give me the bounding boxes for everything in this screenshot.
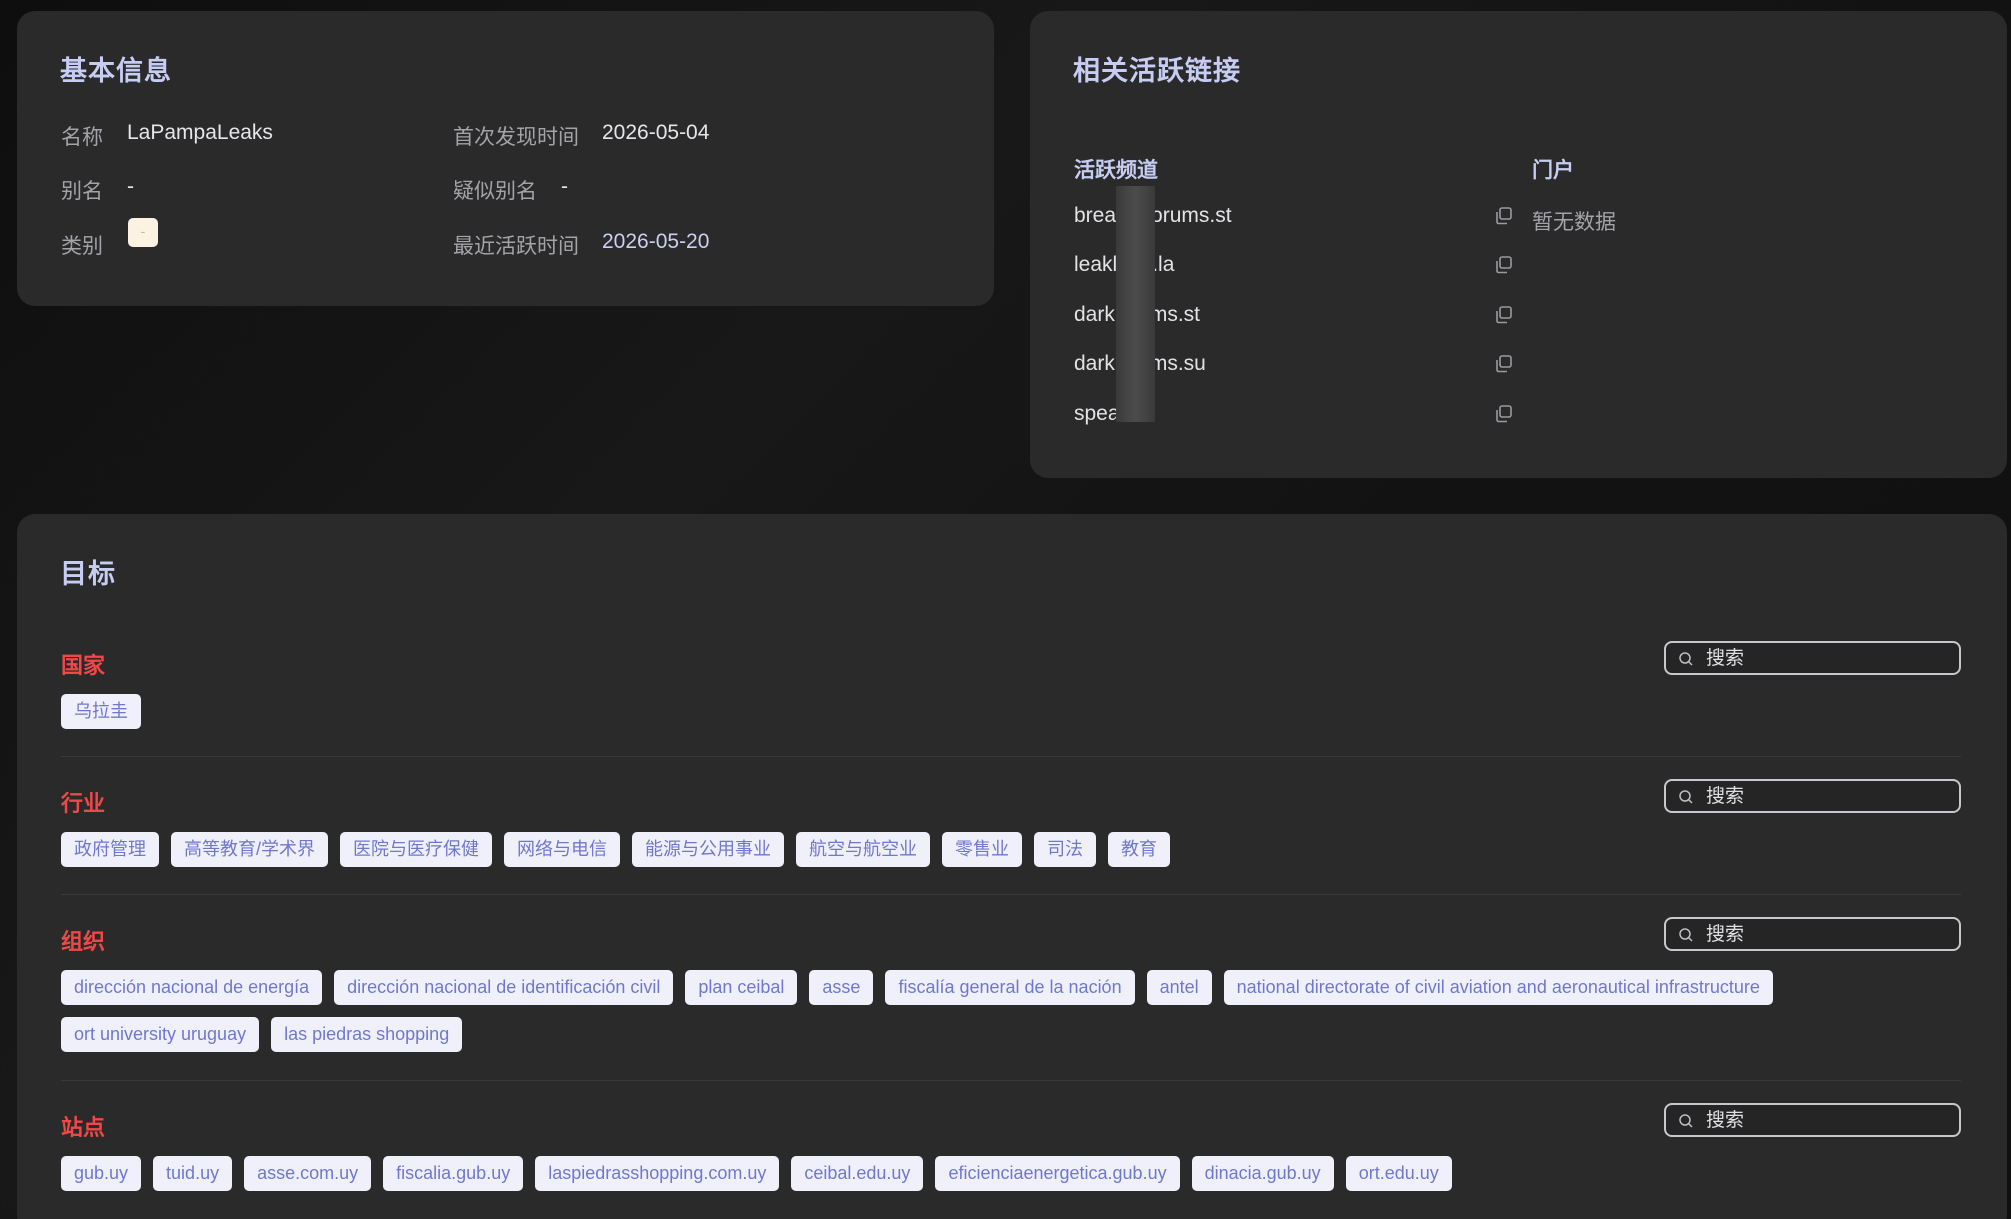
portal-empty-text: 暂无数据 [1532, 211, 1616, 234]
country-section-title: 国家 [61, 653, 106, 678]
industry-section-title: 行业 [61, 791, 106, 816]
country-tags: 乌拉圭 [61, 694, 141, 729]
organization-tags: dirección nacional de energía dirección … [61, 970, 1773, 1005]
category-label: 类别 [61, 235, 103, 258]
country-search[interactable] [1664, 641, 1961, 675]
section-divider [61, 894, 1961, 895]
copy-icon[interactable] [1494, 255, 1514, 275]
section-divider [61, 756, 1961, 757]
industry-tag[interactable]: 司法 [1034, 832, 1097, 867]
name-label: 名称 [61, 126, 103, 149]
last-active-label: 最近活跃时间 [453, 235, 579, 258]
first-seen-value: 2026-05-04 [602, 121, 710, 144]
alias-label: 别名 [61, 180, 103, 203]
search-icon [1679, 652, 1693, 666]
organization-tags: ort university uruguay las piedras shopp… [61, 1017, 463, 1052]
industry-tags: 政府管理 高等教育/学术界 医院与医疗保健 网络与电信 能源与公用事业 航空与航… [61, 832, 1171, 867]
site-tag[interactable]: ort.edu.uy [1345, 1156, 1452, 1191]
industry-tag[interactable]: 高等教育/学术界 [171, 832, 329, 867]
copy-icon[interactable] [1494, 354, 1514, 374]
industry-search[interactable] [1664, 779, 1961, 813]
channel-link[interactable]: spea [1074, 402, 1120, 426]
site-tag[interactable]: fiscalia.gub.uy [383, 1156, 524, 1191]
industry-tag[interactable]: 网络与电信 [504, 832, 621, 867]
organization-tag[interactable]: las piedras shopping [271, 1017, 463, 1052]
section-divider [61, 1080, 1961, 1081]
channels-header: 活跃频道 [1074, 159, 1158, 182]
site-search[interactable] [1664, 1103, 1961, 1137]
targets-card: 目标 国家 乌拉圭 行业 政府管理 高等教育/学术界 医院与医疗保健 网络与电信… [17, 514, 2007, 1219]
active-links-title: 相关活跃链接 [1073, 56, 1241, 86]
search-icon [1679, 1114, 1693, 1128]
organization-search-input[interactable] [1704, 921, 1948, 949]
suspected-alias-label: 疑似别名 [453, 180, 537, 203]
site-tag[interactable]: dinacia.gub.uy [1191, 1156, 1334, 1191]
industry-tag[interactable]: 政府管理 [61, 832, 159, 867]
site-tag[interactable]: tuid.uy [153, 1156, 233, 1191]
site-tags: gub.uy tuid.uy asse.com.uy fiscalia.gub.… [61, 1156, 1452, 1191]
organization-tag[interactable]: dirección nacional de identificación civ… [334, 970, 674, 1005]
organization-section-title: 组织 [61, 929, 106, 954]
country-search-input[interactable] [1704, 645, 1948, 673]
portal-header: 门户 [1532, 159, 1574, 182]
active-links-card: 相关活跃链接 活跃频道 门户 brea orums.st leakl .la d… [1030, 11, 2007, 478]
redaction-overlay [1116, 186, 1155, 422]
site-section-title: 站点 [61, 1115, 106, 1140]
basic-info-card: 基本信息 名称 LaPampaLeaks 别名 - 类别 - 首次发现时间 20… [17, 11, 994, 306]
organization-tag[interactable]: antel [1146, 970, 1212, 1005]
copy-icon[interactable] [1494, 206, 1514, 226]
alias-value: - [127, 175, 134, 198]
organization-tag[interactable]: ort university uruguay [61, 1017, 260, 1052]
organization-tag[interactable]: plan ceibal [685, 970, 798, 1005]
site-tag[interactable]: ceibal.edu.uy [791, 1156, 924, 1191]
site-tag[interactable]: laspiedrasshopping.com.uy [535, 1156, 780, 1191]
copy-icon[interactable] [1494, 305, 1514, 325]
copy-icon[interactable] [1494, 404, 1514, 424]
basic-info-title: 基本信息 [60, 56, 172, 86]
organization-tag[interactable]: national directorate of civil aviation a… [1223, 970, 1773, 1005]
search-icon [1679, 790, 1693, 804]
site-tag[interactable]: eficienciaenergetica.gub.uy [935, 1156, 1180, 1191]
organization-tag[interactable]: asse [809, 970, 874, 1005]
industry-tag[interactable]: 航空与航空业 [796, 832, 931, 867]
industry-tag[interactable]: 零售业 [942, 832, 1023, 867]
name-value: LaPampaLeaks [127, 121, 273, 144]
industry-tag[interactable]: 能源与公用事业 [632, 832, 785, 867]
first-seen-label: 首次发现时间 [453, 126, 579, 149]
organization-tag[interactable]: fiscalía general de la nación [885, 970, 1135, 1005]
site-search-input[interactable] [1704, 1107, 1948, 1135]
targets-title: 目标 [60, 559, 116, 589]
site-tag[interactable]: asse.com.uy [244, 1156, 372, 1191]
suspected-alias-value: - [561, 175, 568, 198]
country-tag[interactable]: 乌拉圭 [61, 694, 141, 729]
site-tag[interactable]: gub.uy [61, 1156, 142, 1191]
organization-tag[interactable]: dirección nacional de energía [61, 970, 323, 1005]
search-icon [1679, 928, 1693, 942]
last-active-value: 2026-05-20 [602, 230, 710, 253]
industry-tag[interactable]: 医院与医疗保健 [340, 832, 493, 867]
organization-search[interactable] [1664, 917, 1961, 951]
industry-tag[interactable]: 教育 [1108, 832, 1171, 867]
industry-search-input[interactable] [1704, 783, 1948, 811]
category-badge: - [128, 218, 158, 247]
